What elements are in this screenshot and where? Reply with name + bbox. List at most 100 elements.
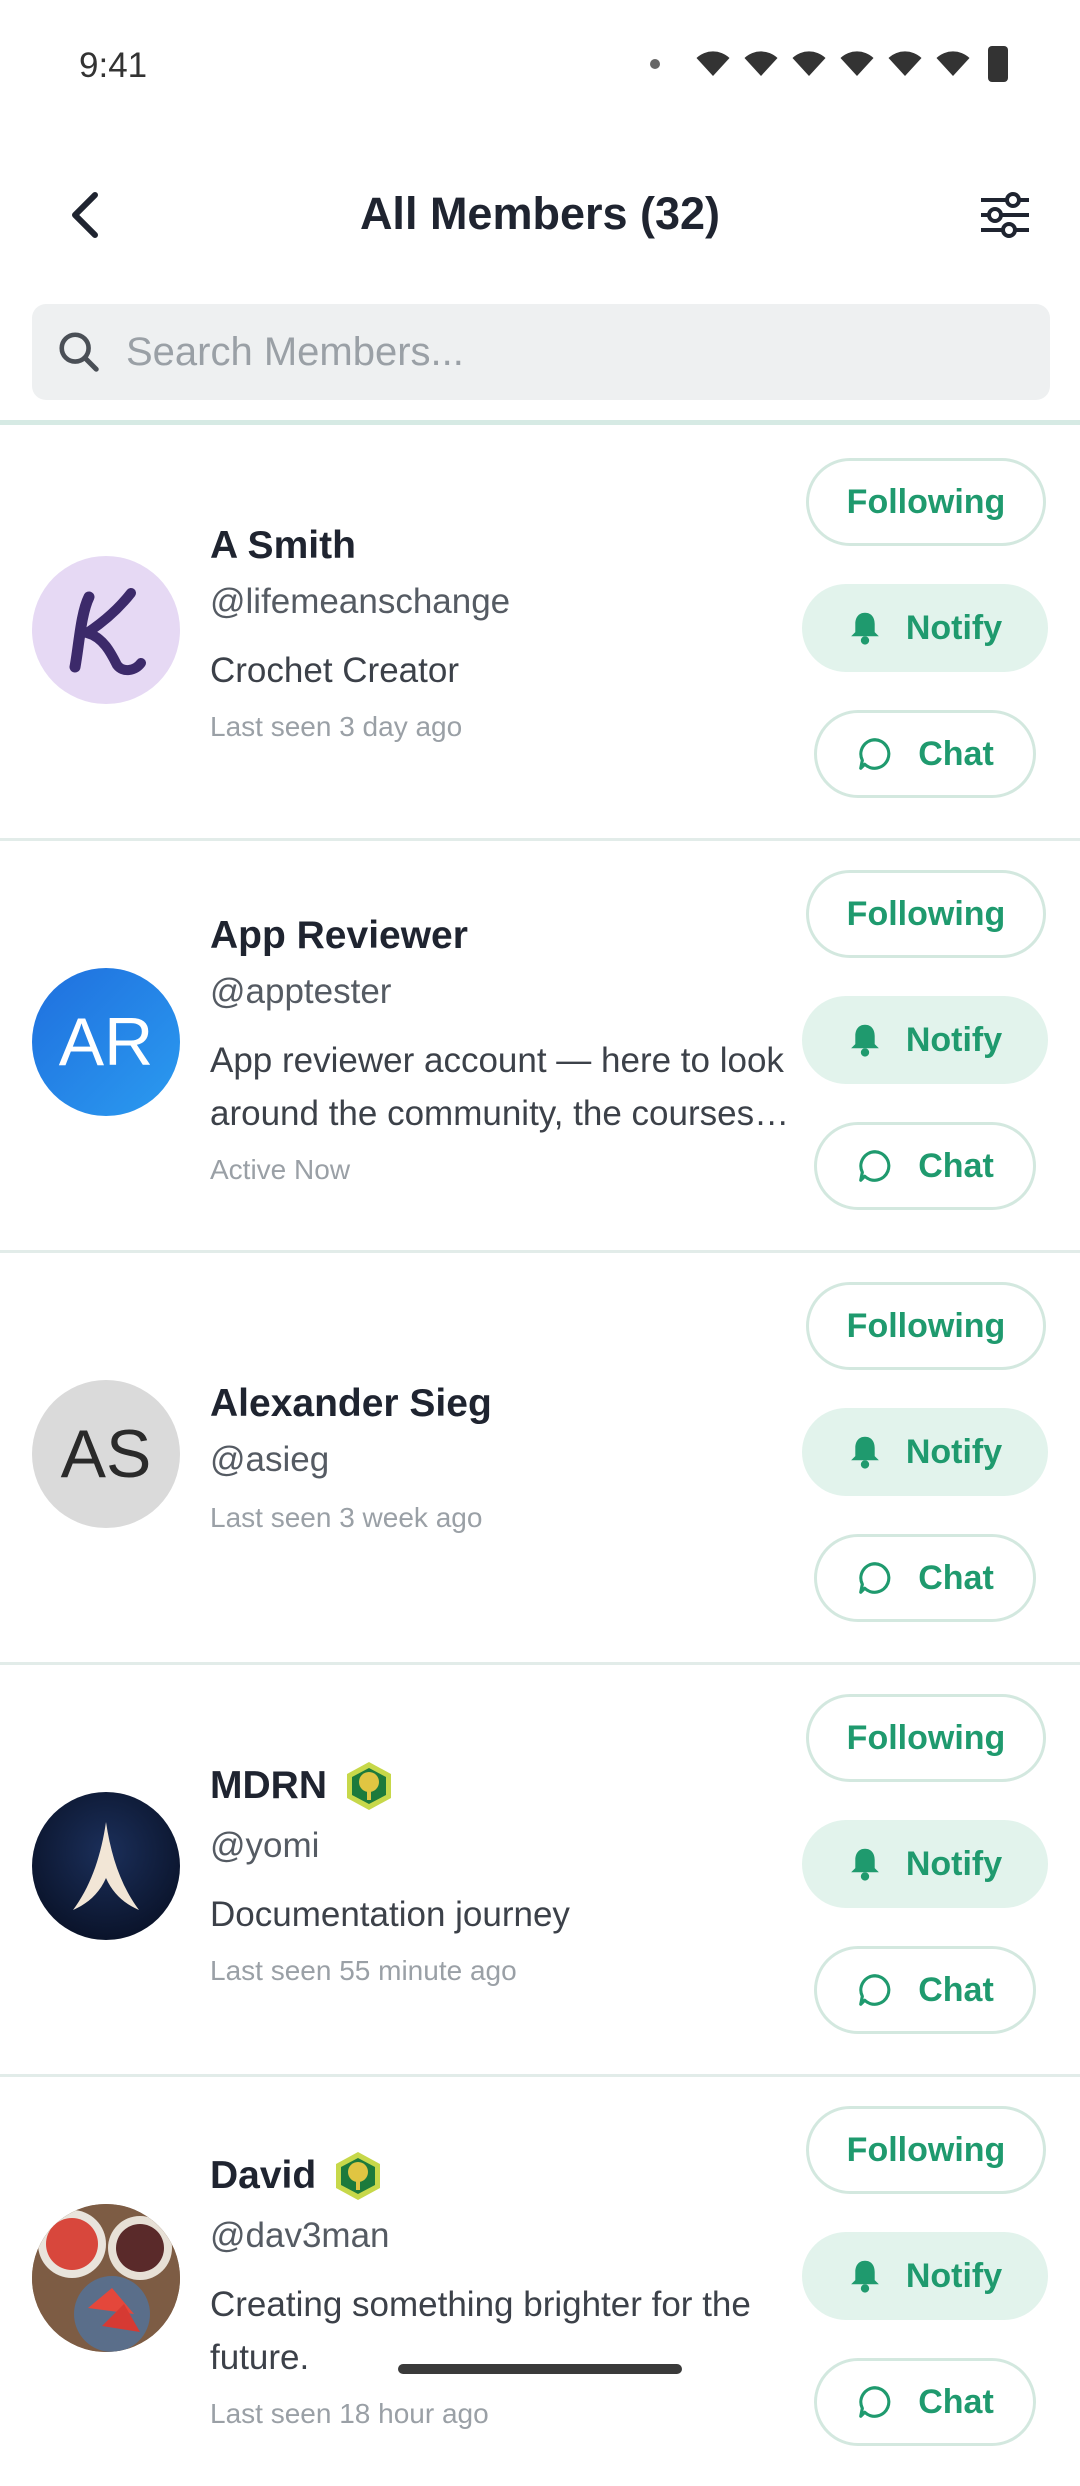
bell-icon	[850, 2260, 879, 2293]
member-row[interactable]: MDRN @yomi Documentation journey Last se…	[0, 1664, 1080, 2077]
chat-label: Chat	[918, 1146, 994, 1185]
member-name: A Smith	[210, 524, 356, 567]
notify-button[interactable]: Notify	[802, 1820, 1048, 1908]
last-seen: Last seen 3 day ago	[210, 711, 463, 742]
following-button[interactable]: Following	[806, 2106, 1046, 2194]
status-icons	[650, 46, 1008, 82]
following-label: Following	[846, 1306, 1006, 1345]
last-seen: Last seen 18 hour ago	[210, 2398, 489, 2429]
chat-bubble-icon	[859, 2386, 891, 2418]
tree-badge-icon	[336, 2152, 381, 2200]
avatar: AR	[32, 968, 180, 1116]
wifi-icon	[936, 51, 970, 76]
following-button[interactable]: Following	[806, 1282, 1046, 1370]
chat-button[interactable]: Chat	[814, 1534, 1036, 1622]
wifi-icon	[744, 51, 778, 76]
member-info: MDRN @yomi Documentation journey Last se…	[210, 1760, 790, 1987]
member-info: App Reviewer @apptester App reviewer acc…	[210, 914, 790, 1186]
page-title: All Members (32)	[359, 188, 721, 239]
search-bar	[32, 304, 1050, 400]
last-seen: Active Now	[210, 1154, 351, 1185]
notify-label: Notify	[905, 1020, 1003, 1059]
notify-button[interactable]: Notify	[802, 2232, 1048, 2320]
status-bar: 9:41	[0, 0, 1080, 130]
member-bio: Documentation journey	[210, 1895, 570, 1934]
search-icon	[59, 332, 99, 372]
avatar	[32, 2204, 180, 2352]
member-info: Alexander Sieg @asieg Last seen 3 week a…	[210, 1382, 790, 1534]
member-info: David @dav3man Creating something bright…	[210, 2150, 790, 2430]
bell-icon	[850, 612, 879, 645]
member-name: App Reviewer	[210, 914, 468, 957]
following-button[interactable]: Following	[806, 1694, 1046, 1782]
notify-button[interactable]: Notify	[802, 584, 1048, 672]
wifi-icon	[840, 51, 874, 76]
avatar	[32, 1792, 180, 1940]
member-row[interactable]: AS Alexander Sieg @asieg Last seen 3 wee…	[0, 1252, 1080, 1665]
wifi-icon	[792, 51, 826, 76]
member-bio: App reviewer account — here to look arou…	[210, 1041, 790, 1133]
bell-icon	[850, 1436, 879, 1469]
following-label: Following	[846, 894, 1006, 933]
avatar-initials: AS	[60, 1416, 152, 1492]
member-handle: @lifemeanschange	[210, 582, 511, 621]
chat-bubble-icon	[859, 1150, 891, 1182]
notify-label: Notify	[905, 608, 1003, 647]
notification-dot-icon	[650, 59, 660, 69]
bell-icon	[850, 1848, 879, 1881]
status-time: 9:41	[79, 46, 148, 85]
member-row[interactable]: David @dav3man Creating something bright…	[0, 2076, 1080, 2486]
chat-bubble-icon	[859, 1974, 891, 2006]
following-label: Following	[846, 2130, 1006, 2169]
following-button[interactable]: Following	[806, 458, 1046, 546]
following-label: Following	[846, 1718, 1006, 1757]
member-bio: Crochet Creator	[210, 651, 459, 690]
member-info: A Smith @lifemeanschange Crochet Creator…	[210, 524, 790, 743]
chat-label: Chat	[918, 1970, 994, 2009]
member-handle: @dav3man	[210, 2216, 390, 2255]
search-input[interactable]	[124, 328, 1028, 376]
chat-label: Chat	[918, 1558, 994, 1597]
home-indicator[interactable]	[398, 2364, 682, 2374]
wifi-icon	[888, 51, 922, 76]
notify-button[interactable]: Notify	[802, 996, 1048, 1084]
member-handle: @asieg	[210, 1440, 330, 1479]
app-bar: All Members (32)	[0, 150, 1080, 270]
member-handle: @yomi	[210, 1826, 320, 1865]
battery-icon	[988, 46, 1008, 82]
avatar-initials: AR	[58, 1004, 154, 1080]
avatar: AS	[32, 1380, 180, 1528]
member-name: Alexander Sieg	[210, 1382, 492, 1425]
following-label: Following	[846, 482, 1006, 521]
following-button[interactable]: Following	[806, 870, 1046, 958]
notify-label: Notify	[905, 1844, 1003, 1883]
chat-label: Chat	[918, 2382, 994, 2421]
fruit-bowls-photo	[32, 2204, 180, 2352]
notify-label: Notify	[905, 2256, 1003, 2295]
mdrn-logo-icon	[73, 1822, 139, 1910]
bell-icon	[850, 1024, 879, 1057]
member-handle: @apptester	[210, 972, 392, 1011]
chat-button[interactable]: Chat	[814, 710, 1036, 798]
chat-bubble-icon	[859, 738, 891, 770]
last-seen: Last seen 55 minute ago	[210, 1955, 517, 1986]
chat-button[interactable]: Chat	[814, 2358, 1036, 2446]
divider	[0, 420, 1080, 425]
wifi-icon	[696, 51, 730, 76]
k-logo-icon	[69, 588, 146, 675]
chat-button[interactable]: Chat	[814, 1946, 1036, 2034]
chat-bubble-icon	[859, 1562, 891, 1594]
member-name: David	[210, 2154, 317, 2197]
member-row[interactable]: AR App Reviewer @apptester App reviewer …	[0, 840, 1080, 1253]
notify-button[interactable]: Notify	[802, 1408, 1048, 1496]
last-seen: Last seen 3 week ago	[210, 1502, 483, 1533]
tree-badge-icon	[346, 1762, 391, 1810]
chat-label: Chat	[918, 734, 994, 773]
member-row[interactable]: A Smith @lifemeanschange Crochet Creator…	[0, 428, 1080, 841]
notify-label: Notify	[905, 1432, 1003, 1471]
sliders-icon	[981, 192, 1029, 238]
avatar	[32, 556, 180, 704]
chat-button[interactable]: Chat	[814, 1122, 1036, 1210]
member-name: MDRN	[210, 1764, 327, 1807]
filter-button[interactable]	[970, 180, 1040, 250]
